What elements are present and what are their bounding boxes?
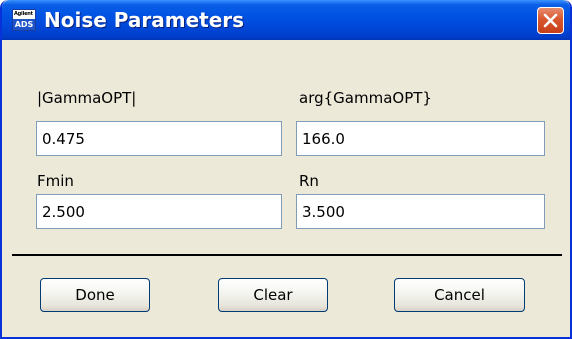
close-icon: [543, 13, 558, 28]
done-button[interactable]: Done: [40, 278, 150, 312]
cancel-button[interactable]: Cancel: [394, 278, 525, 312]
gamma-opt-arg-input[interactable]: [296, 121, 545, 156]
gamma-opt-arg-label: arg{GammaOPT}: [299, 89, 432, 107]
fmin-input[interactable]: [36, 194, 282, 229]
noise-parameters-dialog: Agilent ADS Noise Parameters |GammaOPT| …: [0, 0, 572, 339]
window-title: Noise Parameters: [44, 8, 245, 32]
agilent-ads-icon: Agilent ADS: [12, 9, 36, 31]
gamma-opt-magnitude-label: |GammaOPT|: [37, 89, 137, 107]
title-bar[interactable]: Agilent ADS Noise Parameters: [2, 0, 570, 40]
separator: [12, 254, 562, 256]
app-icon-top-text: Agilent: [14, 11, 33, 17]
rn-input[interactable]: [296, 194, 545, 229]
clear-button[interactable]: Clear: [218, 278, 328, 312]
fmin-label: Fmin: [37, 172, 74, 190]
close-button[interactable]: [537, 7, 564, 34]
rn-label: Rn: [299, 172, 319, 190]
app-icon-bottom-text: ADS: [13, 19, 35, 30]
gamma-opt-magnitude-input[interactable]: [36, 121, 282, 156]
